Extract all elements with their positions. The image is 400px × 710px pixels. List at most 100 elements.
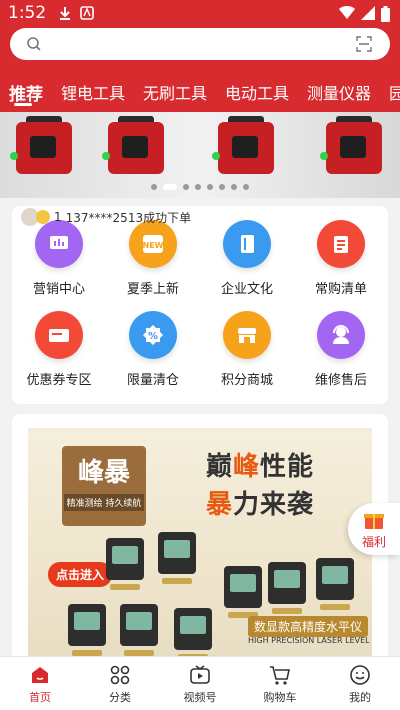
sunflower-icon (36, 210, 50, 224)
app-notification-icon (80, 6, 94, 20)
carousel-dot[interactable] (151, 184, 157, 190)
status-notification-icons (58, 6, 94, 20)
video-icon (190, 665, 210, 684)
carousel-dot[interactable] (207, 184, 213, 190)
support-icon (317, 311, 365, 359)
nav-cart[interactable]: 购物车 (240, 657, 320, 710)
nav-category[interactable]: 分类 (80, 657, 160, 710)
promo-headline-line1: 巅峰性能 (206, 452, 315, 482)
tab-garden[interactable]: 园 (380, 70, 400, 110)
brand-title: 峰暴 (77, 458, 130, 488)
nav-label: 首页 (29, 691, 51, 704)
tab-power-tools[interactable]: 电动工具 (216, 70, 298, 110)
nav-label: 我的 (349, 691, 371, 704)
menu-item-label: 积分商城 (220, 373, 273, 388)
menu-item-clearance[interactable]: % 限量清仓 (106, 311, 200, 388)
list-icon (317, 220, 365, 268)
hero-banner[interactable] (0, 112, 400, 198)
product-tag: 数显款高精度水平仪 (248, 616, 369, 637)
menu-item-after-sales[interactable]: 维修售后 (294, 311, 388, 388)
laser-level-image (224, 566, 262, 618)
menu-item-summer-new[interactable]: NEW 夏季上新 (106, 220, 200, 297)
category-tabs: 推荐 锂电工具 无刷工具 电动工具 测量仪器 园 (0, 70, 400, 110)
tab-lithium-tools[interactable]: 锂电工具 (52, 70, 134, 110)
carousel-dot[interactable] (231, 184, 237, 190)
menu-item-label: 优惠券专区 (26, 373, 92, 388)
laser-level-image (174, 608, 212, 660)
cart-icon (270, 666, 290, 685)
menu-item-label: 营销中心 (32, 282, 85, 297)
nav-label: 购物车 (263, 691, 297, 704)
wifi-icon (339, 6, 355, 19)
menu-item-culture[interactable]: 企业文化 (200, 220, 294, 297)
profile-icon (350, 665, 370, 685)
promo-card[interactable]: 峰暴 精准测绘 持久续航 巅峰性能 暴力来袭 点击进入 数显款高精度水平仪 HI… (12, 414, 388, 664)
menu-item-points-store[interactable]: 积分商城 (200, 311, 294, 388)
nav-home[interactable]: 首页 (0, 657, 80, 710)
status-system-icons (339, 6, 390, 22)
laser-level-image (316, 558, 354, 610)
status-bar: 1:52 (0, 0, 400, 28)
enter-button[interactable]: 点击进入 (48, 562, 113, 587)
laser-level-image (268, 562, 306, 614)
bottom-nav: 首页 分类 视频号 购物车 我的 (0, 656, 400, 710)
carousel-dot[interactable] (219, 184, 225, 190)
tab-recommend[interactable]: 推荐 (0, 70, 52, 110)
carousel-indicator (0, 184, 400, 190)
gift-icon (364, 513, 384, 529)
carousel-dot[interactable] (243, 184, 249, 190)
promo-headline-line2: 暴力来袭 (206, 490, 315, 520)
svg-text:%: % (148, 331, 158, 342)
menu-item-coupons[interactable]: 优惠券专区 (12, 311, 106, 388)
laser-level-image (120, 604, 158, 656)
banner-product-image (210, 116, 282, 182)
brand-subtitle: 精准测绘 持久续航 (64, 494, 144, 511)
menu-item-marketing[interactable]: 营销中心 (12, 220, 106, 297)
banner-product-image (8, 116, 80, 182)
scan-icon[interactable] (356, 36, 372, 52)
signal-icon (361, 6, 375, 20)
menu-item-frequent-list[interactable]: 常购清单 (294, 220, 388, 297)
search-icon (27, 37, 41, 51)
nav-profile[interactable]: 我的 (320, 657, 400, 710)
ticker-message: 137****2513成功下单 (65, 210, 192, 225)
carousel-dot[interactable] (183, 184, 189, 190)
menu-item-label: 企业文化 (220, 282, 273, 297)
carousel-dot[interactable] (195, 184, 201, 190)
banner-product-image (318, 116, 390, 182)
laser-level-image (158, 532, 196, 584)
nav-video[interactable]: 视频号 (160, 657, 240, 710)
battery-icon (381, 6, 390, 22)
quick-menu-card: 营销中心 NEW 夏季上新 企业文化 常购清单 优惠券专区 % 限量清仓 积分商… (12, 206, 388, 404)
menu-item-label: 限量清仓 (126, 373, 179, 388)
header: 1:52 推荐 锂电工具 无刷工具 电动工具 测量仪器 园 (0, 0, 400, 112)
laser-level-image (106, 538, 144, 590)
menu-item-label: 夏季上新 (126, 282, 179, 297)
home-icon (32, 667, 48, 683)
download-icon (60, 7, 70, 20)
menu-item-label: 常购清单 (314, 282, 367, 297)
search-bar[interactable] (10, 28, 390, 60)
promo-poster: 峰暴 精准测绘 持久续航 巅峰性能 暴力来袭 点击进入 数显款高精度水平仪 HI… (28, 428, 372, 664)
quick-menu-grid: 营销中心 NEW 夏季上新 企业文化 常购清单 优惠券专区 % 限量清仓 积分商… (12, 220, 388, 388)
carousel-dot-active[interactable] (163, 184, 177, 190)
discount-icon: % (129, 311, 177, 359)
nav-label: 分类 (109, 691, 131, 704)
laser-level-image (68, 604, 106, 656)
order-ticker: 1 137****2513成功下单 (20, 206, 191, 228)
tab-brushless-tools[interactable]: 无刷工具 (134, 70, 216, 110)
book-icon (223, 220, 271, 268)
nav-label: 视频号 (183, 691, 217, 704)
welfare-float-button[interactable]: 福利 (348, 503, 400, 555)
coupon-icon (35, 311, 83, 359)
menu-item-label: 维修售后 (314, 373, 367, 388)
search-input[interactable] (50, 33, 340, 55)
product-tag-english: HIGH PRECISION LASER LEVEL (248, 636, 370, 645)
welfare-label: 福利 (361, 534, 386, 549)
store-icon (223, 311, 271, 359)
status-time: 1:52 (8, 3, 47, 23)
ticker-count: 1 (54, 210, 62, 224)
svg-text:NEW: NEW (143, 241, 164, 250)
tab-measuring-instruments[interactable]: 测量仪器 (298, 70, 380, 110)
category-icon (110, 665, 130, 685)
